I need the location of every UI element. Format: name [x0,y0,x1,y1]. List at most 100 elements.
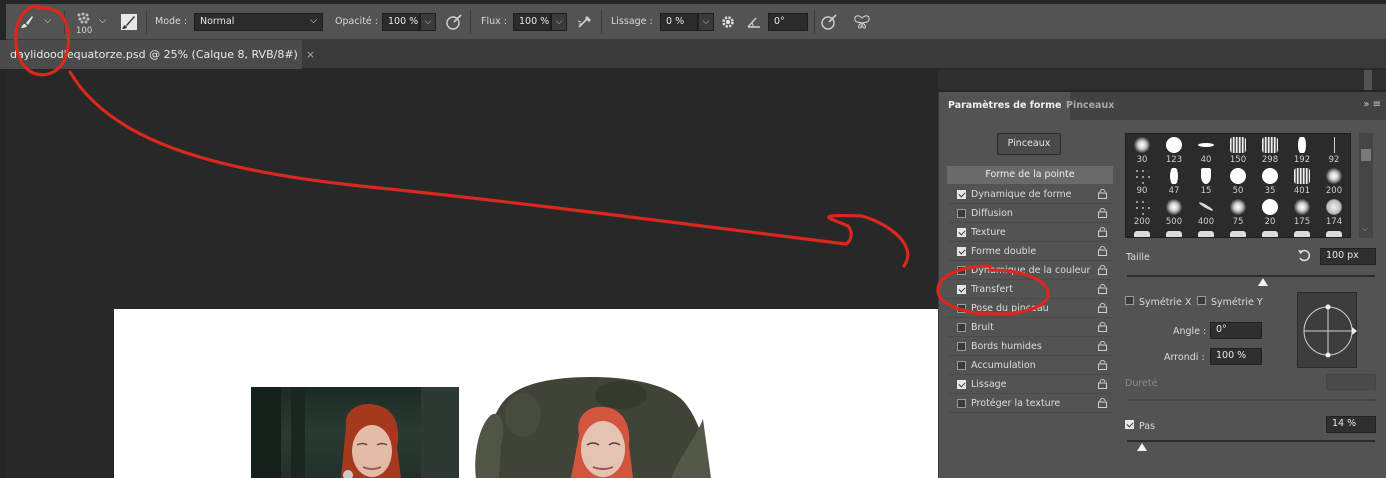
lock-icon[interactable] [1098,284,1107,294]
dock-scrollbar[interactable] [1364,70,1372,90]
brush-angle-widget[interactable] [1297,292,1357,368]
option-checkbox[interactable] [957,379,966,389]
brush-preset[interactable] [1318,229,1350,237]
lock-icon[interactable] [1098,208,1107,218]
brush-tool-icon[interactable] [16,12,38,32]
spacing-slider-thumb[interactable] [1136,443,1147,451]
brush-picker-chevron-icon[interactable]: ⌵ [99,15,106,26]
brush-preset[interactable] [1254,229,1286,237]
size-slider-thumb[interactable] [1258,278,1269,286]
roundness-input[interactable]: 100 % [1210,348,1262,365]
brush-option-row[interactable]: Diffusion [947,204,1113,223]
brush-preset[interactable]: 92 [1318,134,1350,166]
option-checkbox[interactable] [957,322,966,332]
brush-angle-input[interactable]: 0° [768,13,808,31]
lock-icon[interactable] [1098,265,1107,275]
option-checkbox[interactable] [957,341,966,351]
pressure-opacity-icon[interactable] [443,12,465,32]
lock-icon[interactable] [1098,189,1107,199]
flow-chevron-icon[interactable]: ⌵ [551,13,567,31]
symmetry-y-checkbox[interactable] [1197,296,1206,305]
opacity-chevron-icon[interactable]: ⌵ [420,13,436,31]
blend-mode-select[interactable]: Normal [194,13,323,31]
brush-preset[interactable]: 175 [1286,196,1318,228]
spacing-option[interactable]: Pas [1125,420,1155,432]
brush-preset[interactable]: 401 [1286,165,1318,197]
brush-preset[interactable]: 298 [1254,134,1286,166]
option-checkbox[interactable] [957,246,966,256]
brush-option-row[interactable]: Accumulation [947,356,1113,375]
lock-icon[interactable] [1098,303,1107,313]
brush-preset[interactable]: 40 [1190,134,1222,166]
brush-preset[interactable] [1126,229,1158,237]
airbrush-icon[interactable] [574,12,596,32]
lock-icon[interactable] [1098,398,1107,408]
symmetry-x-checkbox[interactable] [1125,296,1134,305]
brush-preset[interactable]: 192 [1286,134,1318,166]
brush-option-row[interactable]: Texture [947,223,1113,242]
brush-option-row[interactable]: Lissage [947,375,1113,394]
option-checkbox[interactable] [957,284,966,294]
angle-input[interactable]: 0° [1210,322,1262,339]
option-checkbox[interactable] [957,227,966,237]
brush-grid-scrollbar[interactable]: ⌵ [1359,133,1373,238]
brush-option-row[interactable]: Dynamique de la couleur [947,261,1113,280]
brush-option-row[interactable]: Bords humides [947,337,1113,356]
brush-preset[interactable]: 90 [1126,165,1158,197]
lock-icon[interactable] [1098,379,1107,389]
brush-preset[interactable]: 75 [1222,196,1254,228]
flow-input[interactable]: 100 % [513,13,551,31]
brushes-button[interactable]: Pinceaux [997,133,1061,155]
option-checkbox[interactable] [957,189,966,199]
close-tab-icon[interactable]: × [306,48,315,61]
brush-preset[interactable]: 50 [1222,165,1254,197]
option-checkbox[interactable] [957,360,966,370]
brush-preset[interactable]: 150 [1222,134,1254,166]
smoothing-input[interactable]: 0 % [660,13,698,31]
brush-preset[interactable]: 123 [1158,134,1190,166]
document-canvas[interactable] [114,309,938,478]
brush-preset[interactable]: 174 [1318,196,1350,228]
spacing-input[interactable]: 14 % [1326,416,1376,433]
brush-option-row[interactable]: Dynamique de forme [947,185,1113,204]
lock-icon[interactable] [1098,322,1107,332]
spacing-slider-track[interactable] [1127,440,1375,442]
brush-preset[interactable] [1286,229,1318,237]
brush-preset[interactable]: 30 [1126,134,1158,166]
brush-preset[interactable] [1190,229,1222,237]
option-checkbox[interactable] [957,208,966,218]
blend-mode-chevron-icon[interactable]: ⌵ [310,15,317,26]
option-checkbox[interactable] [957,398,966,408]
symmetry-butterfly-icon[interactable] [851,12,873,32]
lock-icon[interactable] [1098,341,1107,351]
document-tab[interactable]: daylidoodlequatorze.psd @ 25% (Calque 8,… [0,40,315,69]
brush-preset[interactable]: 200 [1318,165,1350,197]
symmetry-x-option[interactable]: Symétrie X [1125,296,1191,308]
brush-preset[interactable]: 15 [1190,165,1222,197]
size-input[interactable]: 100 px [1320,248,1376,265]
reset-size-icon[interactable] [1297,248,1313,264]
lock-icon[interactable] [1098,360,1107,370]
brush-preset[interactable]: 35 [1254,165,1286,197]
brush-preset[interactable]: 200 [1126,196,1158,228]
scroll-thumb[interactable] [1361,149,1371,161]
tab-brushes[interactable]: Pinceaux [1057,92,1123,120]
panel-menu-icon[interactable]: » ≡ [1363,99,1381,110]
lock-icon[interactable] [1098,227,1107,237]
smoothing-chevron-icon[interactable]: ⌵ [698,13,714,31]
option-checkbox[interactable] [957,303,966,313]
scroll-down-icon[interactable]: ⌵ [1362,224,1368,234]
brush-option-row[interactable]: Pose du pinceau [947,299,1113,318]
opacity-input[interactable]: 100 % [382,13,420,31]
pressure-size-icon[interactable] [818,12,840,32]
smoothing-options-gear-icon[interactable] [717,12,739,32]
brush-option-row[interactable]: Protéger la texture [947,394,1113,413]
tool-preset-chevron-icon[interactable]: ⌵ [44,15,51,26]
brush-option-row[interactable]: Forme double [947,242,1113,261]
symmetry-y-option[interactable]: Symétrie Y [1197,296,1263,308]
brush-preset[interactable] [1158,229,1190,237]
brush-preset[interactable] [1222,229,1254,237]
spacing-checkbox[interactable] [1125,420,1134,429]
brush-preset[interactable]: 400 [1190,196,1222,228]
canvas-area[interactable] [6,70,938,478]
